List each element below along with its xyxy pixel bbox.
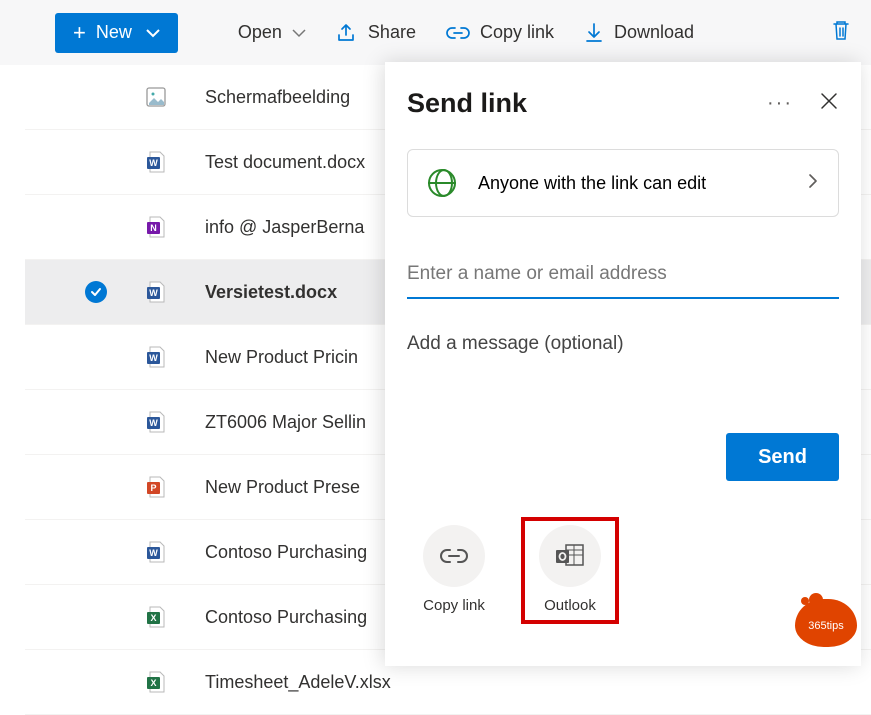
file-name: New Product Pricin bbox=[205, 347, 358, 368]
badge-text: 365tips bbox=[808, 620, 843, 632]
share-label: Share bbox=[368, 22, 416, 43]
word-file-icon: W bbox=[145, 344, 167, 370]
file-name: ZT6006 Major Sellin bbox=[205, 412, 366, 433]
excel-file-icon: X bbox=[145, 669, 167, 695]
file-name: Test document.docx bbox=[205, 152, 365, 173]
copylink-label: Copy link bbox=[480, 22, 554, 43]
powerpoint-file-icon: P bbox=[145, 474, 167, 500]
tips-badge: 365tips bbox=[795, 599, 857, 647]
more-options-button[interactable]: ··· bbox=[767, 92, 793, 115]
close-button[interactable] bbox=[819, 91, 839, 116]
outlook-icon bbox=[539, 525, 601, 587]
svg-text:P: P bbox=[150, 483, 156, 493]
recipient-input[interactable] bbox=[407, 245, 839, 299]
new-button[interactable]: + New bbox=[55, 13, 178, 53]
copylink-option[interactable]: Copy link bbox=[415, 517, 493, 624]
open-menu[interactable]: Open bbox=[238, 22, 306, 43]
permission-settings-button[interactable]: Anyone with the link can edit bbox=[407, 149, 839, 217]
panel-header: Send link ··· bbox=[407, 88, 839, 119]
outlook-option[interactable]: Outlook bbox=[521, 517, 619, 624]
image-file-icon bbox=[145, 84, 167, 110]
chevron-down-icon bbox=[292, 22, 306, 43]
panel-title: Send link bbox=[407, 88, 527, 119]
outlook-option-label: Outlook bbox=[544, 597, 596, 614]
file-name: info @ JasperBerna bbox=[205, 217, 364, 238]
file-name: Schermafbeelding bbox=[205, 87, 350, 108]
word-file-icon: W bbox=[145, 539, 167, 565]
link-icon bbox=[446, 24, 470, 42]
share-options: Copy link Outlook bbox=[415, 517, 839, 624]
file-name: New Product Prese bbox=[205, 477, 360, 498]
file-name: Versietest.docx bbox=[205, 282, 337, 303]
chevron-down-icon bbox=[146, 22, 160, 43]
delete-button[interactable] bbox=[831, 18, 851, 47]
svg-text:W: W bbox=[149, 288, 158, 298]
share-button[interactable]: Share bbox=[336, 22, 416, 43]
svg-text:N: N bbox=[150, 223, 157, 233]
toolbar: + New Open Share Copy link Download bbox=[0, 0, 871, 65]
copylink-option-label: Copy link bbox=[423, 597, 485, 614]
new-button-label: New bbox=[96, 22, 132, 43]
svg-text:W: W bbox=[149, 353, 158, 363]
onenote-file-icon: N bbox=[145, 214, 167, 240]
send-link-panel: Send link ··· Anyone with the link can e… bbox=[385, 62, 861, 666]
link-icon bbox=[423, 525, 485, 587]
word-file-icon: W bbox=[145, 409, 167, 435]
svg-text:X: X bbox=[150, 613, 156, 623]
share-icon bbox=[336, 23, 358, 43]
chevron-right-icon bbox=[808, 173, 818, 194]
plus-icon: + bbox=[73, 20, 86, 46]
checkmark-icon[interactable] bbox=[85, 281, 107, 303]
open-label: Open bbox=[238, 22, 282, 43]
svg-text:W: W bbox=[149, 158, 158, 168]
permission-text: Anyone with the link can edit bbox=[478, 173, 786, 194]
send-button[interactable]: Send bbox=[726, 433, 839, 481]
excel-file-icon: X bbox=[145, 604, 167, 630]
svg-text:W: W bbox=[149, 548, 158, 558]
word-file-icon: W bbox=[145, 279, 167, 305]
download-button[interactable]: Download bbox=[584, 22, 694, 44]
file-name: Timesheet_AdeleV.xlsx bbox=[205, 672, 391, 693]
svg-text:X: X bbox=[150, 678, 156, 688]
globe-icon bbox=[428, 169, 456, 197]
download-label: Download bbox=[614, 22, 694, 43]
file-name: Contoso Purchasing bbox=[205, 607, 367, 628]
word-file-icon: W bbox=[145, 149, 167, 175]
copylink-button[interactable]: Copy link bbox=[446, 22, 554, 43]
svg-text:W: W bbox=[149, 418, 158, 428]
file-name: Contoso Purchasing bbox=[205, 542, 367, 563]
message-input[interactable] bbox=[407, 325, 839, 363]
download-icon bbox=[584, 22, 604, 44]
